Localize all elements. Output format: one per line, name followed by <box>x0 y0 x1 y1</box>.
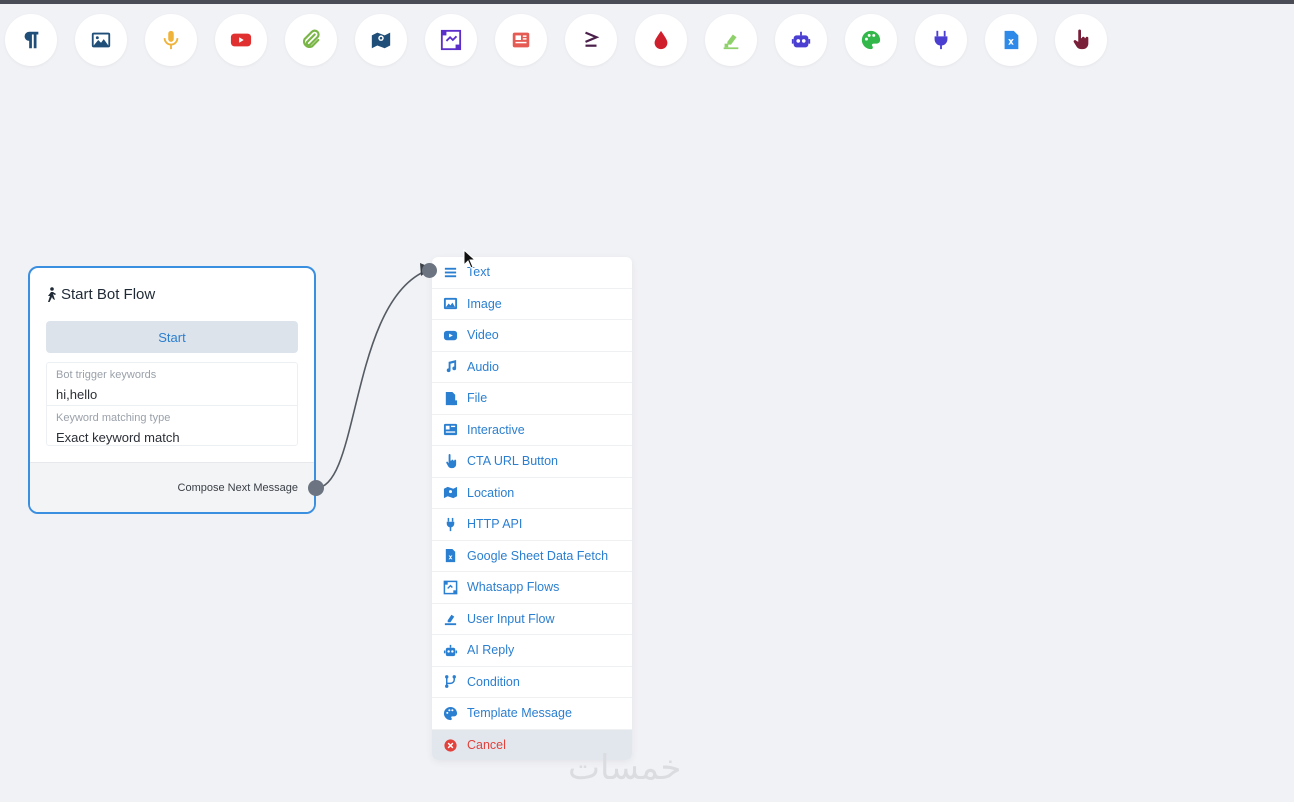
spreadsheet-icon <box>445 549 456 563</box>
tool-user-input[interactable] <box>705 14 757 66</box>
tool-file[interactable] <box>285 14 337 66</box>
tool-cta-url[interactable] <box>1055 14 1107 66</box>
menu-input-handle[interactable] <box>422 263 437 278</box>
tool-drop[interactable] <box>635 14 687 66</box>
menu-item-label: User Input Flow <box>467 611 555 626</box>
image-icon <box>443 298 458 310</box>
tool-condition[interactable] <box>565 14 617 66</box>
menu-item-label: HTTP API <box>467 517 523 532</box>
menu-item-whatsapp-flows[interactable]: Whatsapp Flows <box>432 572 632 604</box>
menu-item-location[interactable]: Location <box>432 478 632 509</box>
mouse-cursor-icon <box>463 249 477 269</box>
add-node-menu: Text Image Video Audio File Interactive … <box>432 257 632 760</box>
tool-whatsapp-flows[interactable] <box>425 14 477 66</box>
music-note-icon <box>446 360 457 373</box>
tool-http-api[interactable] <box>915 14 967 66</box>
watermark: خمسات <box>568 748 682 788</box>
user-input-icon <box>444 615 457 626</box>
hand-pointer-icon <box>446 453 457 468</box>
image-icon <box>91 32 111 48</box>
tool-interactive[interactable] <box>495 14 547 66</box>
palette-icon <box>443 706 458 720</box>
plug-icon <box>934 30 948 50</box>
menu-item-label: Whatsapp Flows <box>467 580 560 595</box>
output-handle[interactable] <box>308 480 324 496</box>
start-button[interactable]: Start <box>46 321 298 353</box>
keyword-settings: Bot trigger keywords hi,hello Keyword ma… <box>46 362 298 446</box>
drop-icon <box>654 30 668 50</box>
greater-equal-icon <box>585 31 600 47</box>
menu-item-audio[interactable]: Audio <box>432 352 632 383</box>
menu-item-condition[interactable]: Condition <box>432 667 632 698</box>
menu-item-label: Interactive <box>467 422 525 437</box>
hand-pointer-icon <box>1073 29 1089 50</box>
menu-item-label: Image <box>467 296 502 311</box>
menu-item-file[interactable]: File <box>432 383 632 415</box>
spreadsheet-icon <box>1004 30 1019 50</box>
file-icon <box>445 391 458 405</box>
close-circle-icon <box>444 739 457 752</box>
node-title-text: Start Bot Flow <box>61 286 156 303</box>
user-input-icon <box>723 34 739 50</box>
paragraph-icon <box>24 31 39 49</box>
matching-type-label: Keyword matching type <box>56 412 171 424</box>
menu-item-label: Google Sheet Data Fetch <box>467 548 609 563</box>
whatsapp-flows-icon <box>440 29 462 51</box>
robot-icon <box>791 31 811 48</box>
menu-item-label: Video <box>467 328 499 343</box>
menu-item-label: Audio <box>467 359 499 374</box>
menu-item-template-message[interactable]: Template Message <box>432 698 632 730</box>
tool-ai-reply[interactable] <box>775 14 827 66</box>
menu-item-user-input-flow[interactable]: User Input Flow <box>432 604 632 635</box>
tool-google-sheet[interactable] <box>985 14 1037 66</box>
tool-audio[interactable] <box>145 14 197 66</box>
tool-image[interactable] <box>75 14 127 66</box>
menu-item-interactive[interactable]: Interactive <box>432 415 632 446</box>
menu-item-label: Template Message <box>467 706 572 721</box>
window-top-strip <box>0 0 1294 4</box>
map-icon <box>443 487 458 499</box>
menu-item-label: Location <box>467 485 515 500</box>
menu-item-video[interactable]: Video <box>432 320 632 352</box>
menu-item-image[interactable]: Image <box>432 289 632 320</box>
start-bot-flow-node[interactable]: Start Bot Flow Start Bot trigger keyword… <box>28 266 316 514</box>
menu-item-text[interactable]: Text <box>432 257 632 289</box>
tool-paragraph[interactable] <box>5 14 57 66</box>
map-icon <box>371 32 391 49</box>
node-footer: Compose Next Message <box>30 462 314 512</box>
menu-item-google-sheet-data-fetch[interactable]: Google Sheet Data Fetch <box>432 541 632 572</box>
trigger-keywords-row: Bot trigger keywords hi,hello <box>47 363 297 405</box>
compose-next-message-label: Compose Next Message <box>177 482 298 494</box>
youtube-icon <box>230 33 252 47</box>
plug-icon <box>446 517 455 531</box>
flows-icon <box>443 580 458 595</box>
tool-video[interactable] <box>215 14 267 66</box>
audio-icon <box>163 30 179 50</box>
menu-item-label: File <box>467 391 488 406</box>
robot-icon <box>443 644 458 656</box>
node-toolbar <box>5 14 1107 66</box>
tool-template[interactable] <box>845 14 897 66</box>
menu-item-label: Condition <box>467 674 520 689</box>
menu-item-label: CTA URL Button <box>467 454 559 469</box>
interactive-icon <box>443 424 458 436</box>
trigger-keywords-label: Bot trigger keywords <box>56 369 157 381</box>
tool-location[interactable] <box>355 14 407 66</box>
matching-type-row: Keyword matching type Exact keyword matc… <box>47 405 297 447</box>
video-icon <box>443 330 458 340</box>
menu-item-ai-reply[interactable]: AI Reply <box>432 635 632 667</box>
matching-type-value: Exact keyword match <box>56 430 180 445</box>
trigger-keywords-value: hi,hello <box>56 387 98 402</box>
paperclip-icon <box>302 29 320 49</box>
menu-item-http-api[interactable]: HTTP API <box>432 509 632 541</box>
lines-icon <box>444 267 457 277</box>
newspaper-icon <box>512 32 530 48</box>
menu-item-cta-url-button[interactable]: CTA URL Button <box>432 446 632 478</box>
menu-item-label: AI Reply <box>467 643 515 658</box>
branch-icon <box>445 675 456 689</box>
running-person-icon <box>48 286 56 302</box>
palette-icon <box>861 30 881 50</box>
node-title: Start Bot Flow <box>44 286 155 303</box>
cancel-label: Cancel <box>467 738 506 753</box>
